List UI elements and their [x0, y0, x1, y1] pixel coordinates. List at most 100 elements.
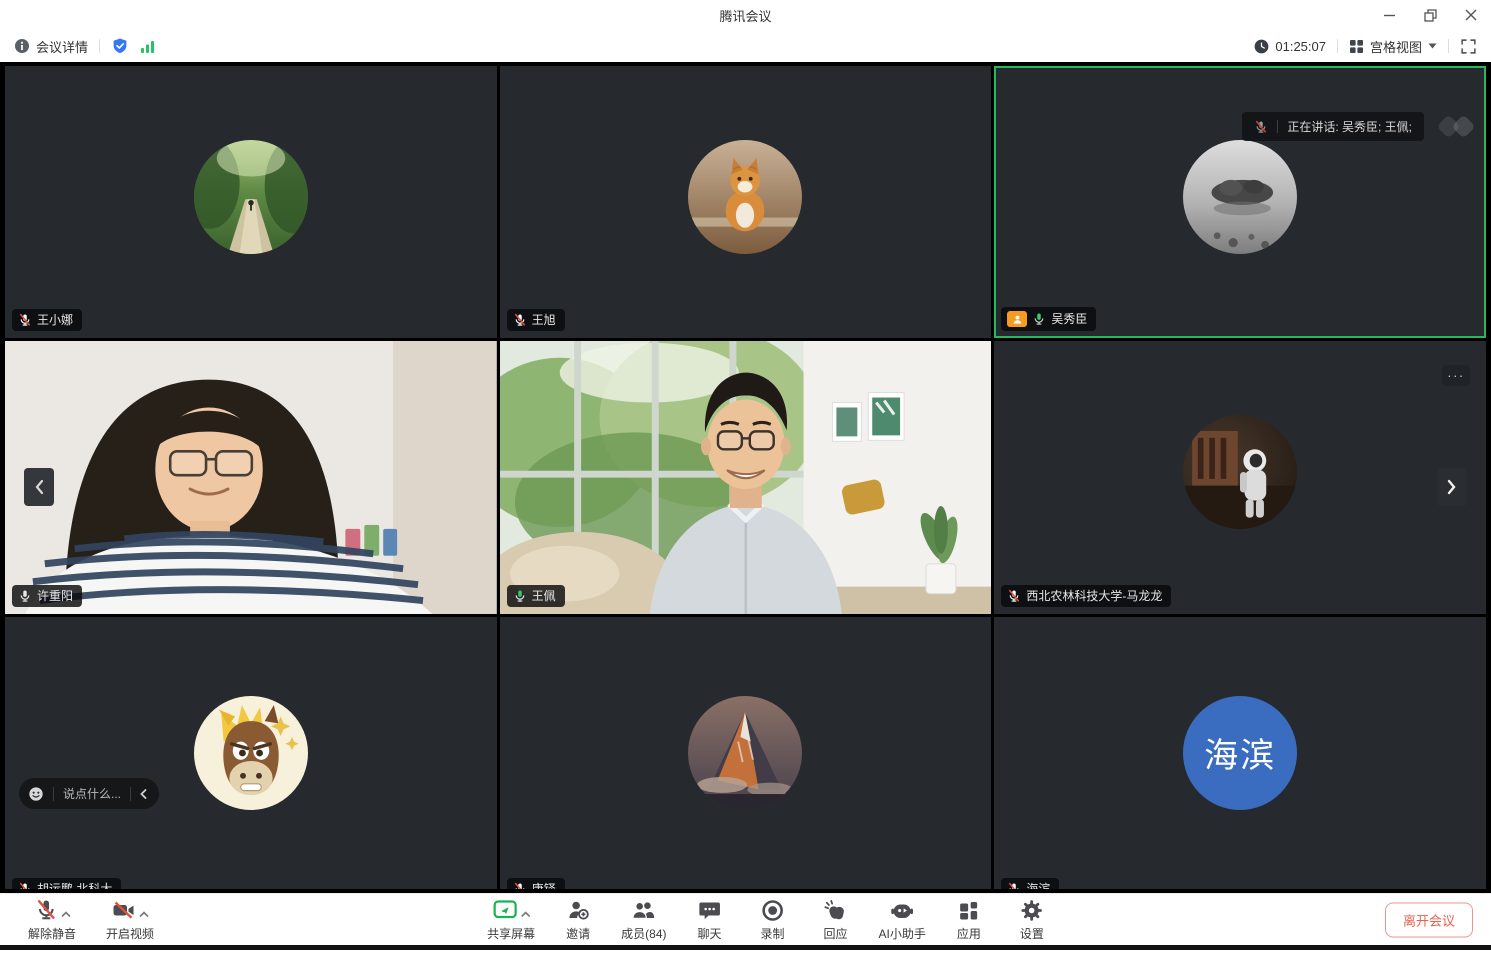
network-signal-icon[interactable]	[140, 39, 156, 54]
avatar-island-lake	[1183, 140, 1297, 254]
view-mode-dropdown[interactable]: 宫格视图	[1349, 37, 1437, 56]
name-tag: 西北农林科技大学-马龙龙	[1001, 585, 1171, 607]
chat-button[interactable]: 聊天	[690, 898, 730, 942]
settings-gear-icon	[1020, 898, 1044, 923]
chevron-down-icon	[1428, 43, 1437, 49]
fullscreen-icon[interactable]	[1460, 38, 1477, 55]
unmute-button[interactable]: 解除静音	[28, 898, 76, 942]
camera-muted-icon	[111, 898, 136, 922]
members-button[interactable]: 成员(84)	[621, 898, 666, 942]
participant-name: 王小娜	[37, 314, 73, 326]
record-button[interactable]: 录制	[753, 898, 793, 942]
chevron-up-icon[interactable]	[520, 910, 530, 918]
chat-label: 聊天	[697, 925, 721, 942]
share-screen-label: 共享屏幕	[487, 925, 535, 942]
security-shield-icon[interactable]	[111, 37, 129, 55]
video-feed-xuchongyang	[5, 341, 497, 613]
apps-button[interactable]: 应用	[949, 898, 989, 942]
record-label: 录制	[760, 925, 784, 942]
apps-grid-icon	[957, 898, 981, 923]
name-tag: 吴秀臣	[1001, 307, 1096, 331]
mic-active-icon	[513, 589, 527, 603]
restore-icon[interactable]	[1424, 9, 1437, 22]
chevron-up-icon[interactable]	[61, 910, 71, 918]
meeting-timer: 01:25:07	[1254, 39, 1326, 54]
meeting-watermark-logo	[1434, 114, 1478, 142]
mic-muted-icon	[34, 898, 58, 922]
divider	[130, 787, 131, 801]
mic-muted-icon	[18, 882, 32, 889]
chevron-up-icon[interactable]	[139, 910, 149, 918]
ai-assistant-label: AI小助手	[879, 925, 926, 942]
avatar-cartoon-horse	[194, 696, 308, 810]
participant-name: 许重阳	[37, 590, 73, 602]
video-tile-malonglong[interactable]: ···	[994, 341, 1486, 613]
video-grid: 王小娜	[5, 66, 1486, 889]
speaking-banner-text: 正在讲话: 吴秀臣; 王佩;	[1287, 118, 1412, 135]
previous-page-arrow[interactable]	[24, 468, 54, 506]
video-stage: 王小娜	[0, 62, 1491, 893]
video-tile-wangxiaona[interactable]: 王小娜	[5, 66, 497, 338]
mic-active-icon	[1032, 312, 1046, 326]
name-tag: 许重阳	[12, 585, 82, 607]
avatar-astronaut	[1183, 415, 1297, 529]
participant-name: 吴秀臣	[1051, 313, 1087, 325]
participant-name: 海滨	[1026, 883, 1050, 889]
collapse-chevron-left-icon[interactable]	[140, 789, 147, 799]
titlebar: 腾讯会议	[0, 0, 1491, 30]
tile-more-button[interactable]: ···	[1442, 365, 1470, 386]
next-page-arrow[interactable]	[1437, 468, 1467, 506]
video-tile-huyunpeng[interactable]: 说点什么... 胡运鹏 北科大	[5, 617, 497, 889]
record-icon	[761, 898, 785, 923]
share-screen-icon	[492, 898, 517, 922]
settings-button[interactable]: 设置	[1012, 898, 1052, 942]
mic-muted-icon	[1007, 882, 1021, 889]
name-tag: 康铎	[507, 878, 565, 889]
name-tag: 胡运鹏 北科大	[12, 878, 121, 889]
meeting-details-button[interactable]: 会议详情	[14, 37, 88, 56]
view-mode-label: 宫格视图	[1370, 37, 1422, 56]
mic-muted-icon	[513, 313, 527, 327]
members-icon	[631, 898, 657, 923]
members-label: 成员(84)	[621, 925, 666, 942]
mic-on-icon	[18, 589, 32, 603]
video-tile-wangpei[interactable]: 王佩	[500, 341, 992, 613]
chevron-right-icon	[1447, 479, 1457, 495]
avatar-mountain	[688, 696, 802, 810]
minimize-icon[interactable]	[1384, 9, 1396, 21]
video-tile-wuxiuchen[interactable]: 正在讲话: 吴秀臣; 王佩;	[994, 66, 1486, 338]
avatar-initials-text: 海滨	[1204, 728, 1276, 777]
leave-meeting-button[interactable]: 离开会议	[1385, 902, 1473, 937]
video-feed-wangpei	[500, 341, 992, 613]
window-title: 腾讯会议	[719, 6, 771, 25]
name-tag: 王旭	[507, 309, 565, 331]
chat-bubble-icon	[698, 898, 722, 923]
quick-chat-input[interactable]: 说点什么...	[19, 778, 159, 809]
window-controls	[1384, 0, 1477, 30]
reaction-button[interactable]: 回应	[816, 898, 856, 942]
emoji-icon[interactable]	[28, 786, 44, 802]
reaction-label: 回应	[823, 925, 847, 942]
avatar-cat	[688, 140, 802, 254]
video-tile-wangxu[interactable]: 王旭	[500, 66, 992, 338]
invite-button[interactable]: 邀请	[558, 898, 598, 942]
video-tile-kangduo[interactable]: 康铎	[500, 617, 992, 889]
participant-name: 胡运鹏 北科大	[37, 883, 112, 889]
grid-view-icon	[1349, 39, 1364, 54]
avatar-initials: 海滨	[1183, 696, 1297, 810]
participant-name: 康铎	[532, 883, 556, 889]
video-tile-xuchongyang[interactable]: 许重阳	[5, 341, 497, 613]
mic-muted-icon	[1007, 589, 1021, 603]
meeting-details-label: 会议详情	[36, 37, 88, 56]
close-icon[interactable]	[1465, 9, 1477, 21]
mic-muted-icon	[18, 313, 32, 327]
apps-label: 应用	[957, 925, 981, 942]
ai-assistant-button[interactable]: AI小助手	[879, 898, 926, 942]
chevron-left-icon	[34, 479, 44, 495]
divider	[99, 39, 100, 53]
divider	[1448, 39, 1449, 53]
start-video-button[interactable]: 开启视频	[106, 898, 154, 942]
share-screen-button[interactable]: 共享屏幕	[487, 898, 535, 942]
video-tile-haibin[interactable]: 海滨 海滨	[994, 617, 1486, 889]
participant-name: 王旭	[532, 314, 556, 326]
